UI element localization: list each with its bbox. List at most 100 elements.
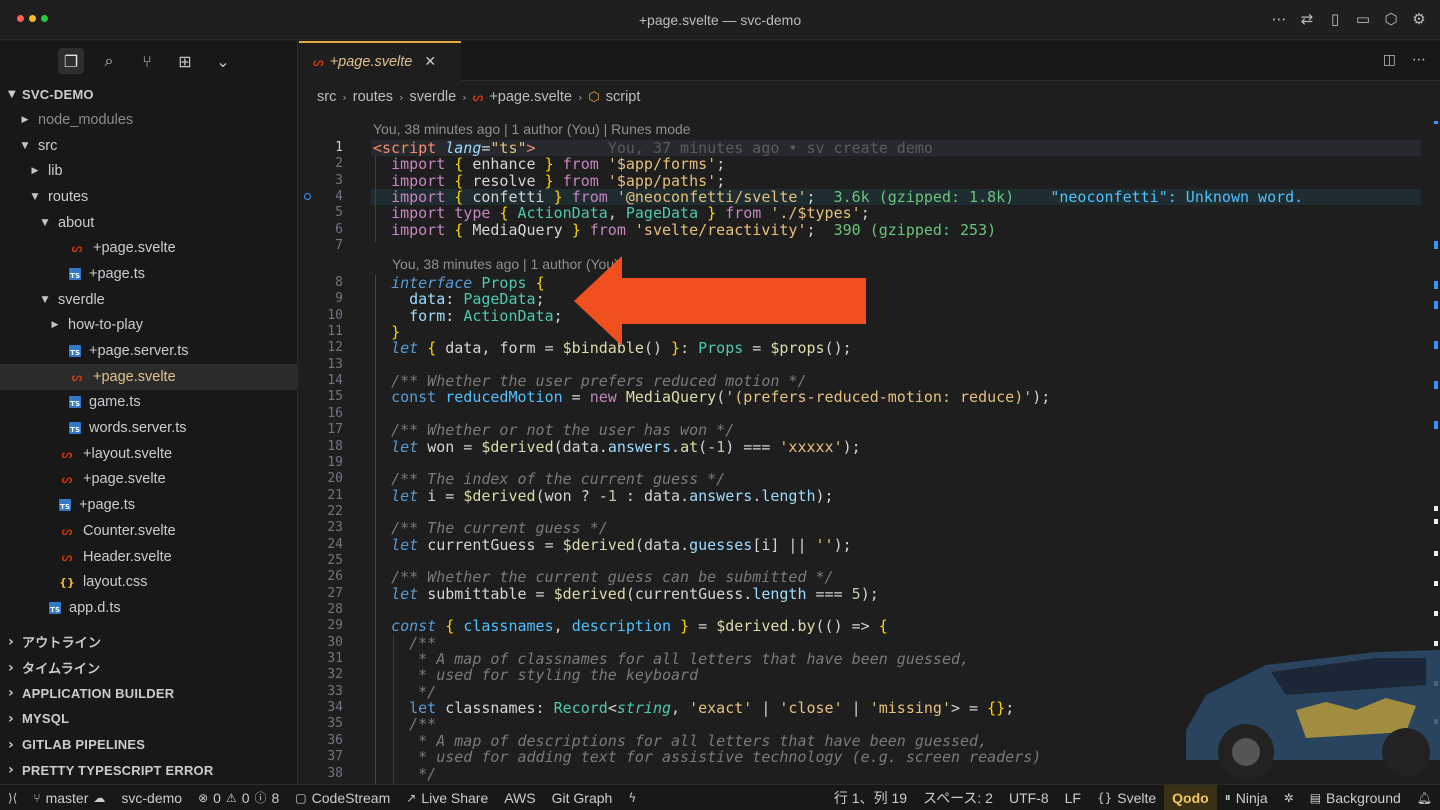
line-number: 1 <box>335 140 343 155</box>
line-number: 21 <box>327 487 343 503</box>
explorer-files-icon[interactable]: ❐ <box>58 48 84 74</box>
code-line-26: /** Whether the current guess can be sub… <box>391 568 834 587</box>
tree-item[interactable]: ᔕ +page.svelte <box>0 363 297 390</box>
sidebar-section-header[interactable]: › MYSQL <box>0 706 298 732</box>
settings-gear-icon[interactable]: ⚙ <box>1410 9 1428 29</box>
tree-item[interactable]: ᔕ Header.svelte <box>0 544 297 570</box>
cursor-position-label: 行 1、列 19 <box>833 789 908 806</box>
qodo-button[interactable]: Qodo <box>1164 784 1217 810</box>
sidebar-section-header[interactable]: › APPLICATION BUILDER <box>0 680 298 706</box>
tree-item[interactable]: {} layout.css <box>0 569 297 595</box>
tree-item[interactable]: TS game.ts <box>0 390 297 416</box>
tree-item[interactable]: ▼ routes <box>0 184 297 210</box>
code-line-14: /** Whether the user prefers reduced mot… <box>391 372 807 391</box>
sidebar-section-header[interactable]: › アウトライン <box>0 629 298 655</box>
chevron-right-icon: ▶ <box>51 320 59 331</box>
codelens-blame[interactable]: You, 38 minutes ago | 1 author (You) | R… <box>373 121 691 137</box>
breadcrumb-item[interactable]: src <box>317 89 336 105</box>
line-number: 14 <box>327 373 343 389</box>
tree-item[interactable]: TS +page.server.ts <box>0 338 297 364</box>
background-button[interactable]: ▤ Background <box>1302 785 1409 810</box>
tree-item[interactable]: ᔕ +page.svelte <box>0 467 297 493</box>
breadcrumb-item[interactable]: +page.svelte <box>489 89 572 105</box>
indentation-selector[interactable]: スペース: 2 <box>915 785 1001 810</box>
toggle-primary-sidebar-icon[interactable]: ▯ <box>1326 9 1344 29</box>
toggle-panel-icon[interactable]: ▭ <box>1354 9 1372 29</box>
breadcrumb-item[interactable]: sverdle <box>409 89 456 105</box>
line-number: 29 <box>327 618 343 634</box>
eol-selector[interactable]: LF <box>1057 785 1089 810</box>
compare-arrows-icon[interactable]: ⇄ <box>1298 9 1316 29</box>
code-line-10: form: ActionData; <box>409 306 563 325</box>
chevron-down-icon: ▼ <box>21 140 29 151</box>
cursor-position[interactable]: 行 1、列 19 <box>826 785 915 810</box>
code-line-15: const reducedMotion = new MediaQuery('(p… <box>391 388 1051 407</box>
gitgraph-button[interactable]: Git Graph <box>544 785 621 810</box>
codestream-icon: ▢ <box>295 790 307 805</box>
tree-item[interactable]: TS +page.ts <box>0 492 297 518</box>
sidebar-section-header[interactable]: › GITLAB PIPELINES <box>0 732 298 758</box>
line-number: 34 <box>327 700 343 716</box>
liveshare-button[interactable]: ↗ Live Share <box>398 785 496 810</box>
breadcrumb-item[interactable]: routes <box>353 89 393 105</box>
search-icon[interactable]: ⌕ <box>96 48 122 74</box>
breadcrumb-item[interactable]: script <box>606 89 641 105</box>
typescript-file-icon: TS <box>69 345 81 358</box>
tree-item[interactable]: ᔕ Counter.svelte <box>0 518 297 544</box>
tree-item[interactable]: TS words.server.ts <box>0 415 297 441</box>
lightning-button[interactable]: ϟ <box>620 785 644 810</box>
sidebar-section-header[interactable]: › PRETTY TYPESCRIPT ERROR <box>0 757 298 783</box>
explorer-project-header[interactable]: ▼ SVC-DEMO <box>0 81 297 107</box>
extension-cube-icon[interactable]: ⬡ <box>1382 9 1400 29</box>
notifications-button[interactable]: 🔔︎ <box>1409 785 1440 810</box>
sidebar-section-label: アウトライン <box>22 635 102 651</box>
tree-item[interactable]: ▼ about <box>0 210 297 236</box>
remote-indicator[interactable]: ⟩⟨ <box>0 785 25 810</box>
tab-page-svelte[interactable]: ᔕ +page.svelte ✕ <box>299 41 461 81</box>
more-actions-icon[interactable]: ⋯ <box>1412 52 1426 68</box>
tree-item[interactable]: ▶ lib <box>0 158 297 184</box>
ninja-button[interactable]: ⏸ Ninja <box>1217 785 1276 810</box>
tree-item[interactable]: ᔕ +layout.svelte <box>0 441 297 467</box>
error-icon: ⊗ <box>198 790 209 805</box>
language-selector[interactable]: {} Svelte <box>1089 785 1164 810</box>
close-icon[interactable]: ✕ <box>424 54 436 70</box>
codestream-button[interactable]: ▢ CodeStream <box>287 785 398 810</box>
sidebar-section-header[interactable]: › タイムライン <box>0 655 298 681</box>
chevron-right-icon: › <box>8 736 14 753</box>
source-control-icon[interactable]: ⑂ <box>134 48 160 74</box>
tree-item-label: +layout.svelte <box>83 445 173 462</box>
tree-item[interactable]: ▼ src <box>0 133 297 159</box>
line-number: 22 <box>327 503 343 519</box>
extensions-icon[interactable]: ⊞ <box>172 48 198 74</box>
sidebar-section-label: タイムライン <box>22 661 101 677</box>
sidebar-sections: › アウトライン › タイムライン › APPLICATION BUILDER › MYSQL… <box>0 629 298 783</box>
tree-item-label: lib <box>48 163 63 180</box>
problems-indicator[interactable]: ⊗ 0 ⚠ 0 ⓘ 8 <box>190 785 287 810</box>
split-editor-icon[interactable]: ◫ <box>1383 52 1396 68</box>
tree-item[interactable]: TS app.d.ts <box>0 595 297 621</box>
tree-item[interactable]: TS +page.ts <box>0 261 297 287</box>
typescript-file-icon: TS <box>49 601 61 614</box>
notifications-settings-button[interactable]: ✲ <box>1276 785 1302 810</box>
tree-item[interactable]: ▼ sverdle <box>0 287 297 313</box>
chevron-down-icon[interactable]: ⌄ <box>210 48 236 74</box>
tree-item[interactable]: ▶ how-to-play <box>0 313 297 339</box>
tree-item-label: +page.ts <box>89 265 146 282</box>
tree-item[interactable]: ▶ node_modules <box>0 107 297 133</box>
workspace-indicator[interactable]: svc-demo <box>113 785 190 810</box>
more-icon[interactable]: ⋯ <box>1270 9 1288 29</box>
spell-check-diagnostic[interactable]: "neoconfetti": Unknown word. <box>1050 188 1303 206</box>
svelte-file-icon: ᔕ <box>61 523 73 538</box>
tree-item[interactable]: ᔕ +page.svelte <box>0 235 297 261</box>
gitgraph-label: Git Graph <box>551 789 613 806</box>
tree-item-label: layout.css <box>83 574 148 591</box>
aws-button[interactable]: AWS <box>496 785 543 810</box>
tree-item-label: game.ts <box>89 394 141 411</box>
qodo-label: Qodo <box>1172 789 1209 806</box>
git-branch[interactable]: ⑂ master ☁ <box>25 785 113 810</box>
encoding-selector[interactable]: UTF-8 <box>1001 785 1057 810</box>
line-number: 12 <box>327 340 343 356</box>
aws-label: AWS <box>504 789 536 806</box>
code-line-1: <script lang="ts"> You, 37 minutes ago •… <box>373 139 933 157</box>
